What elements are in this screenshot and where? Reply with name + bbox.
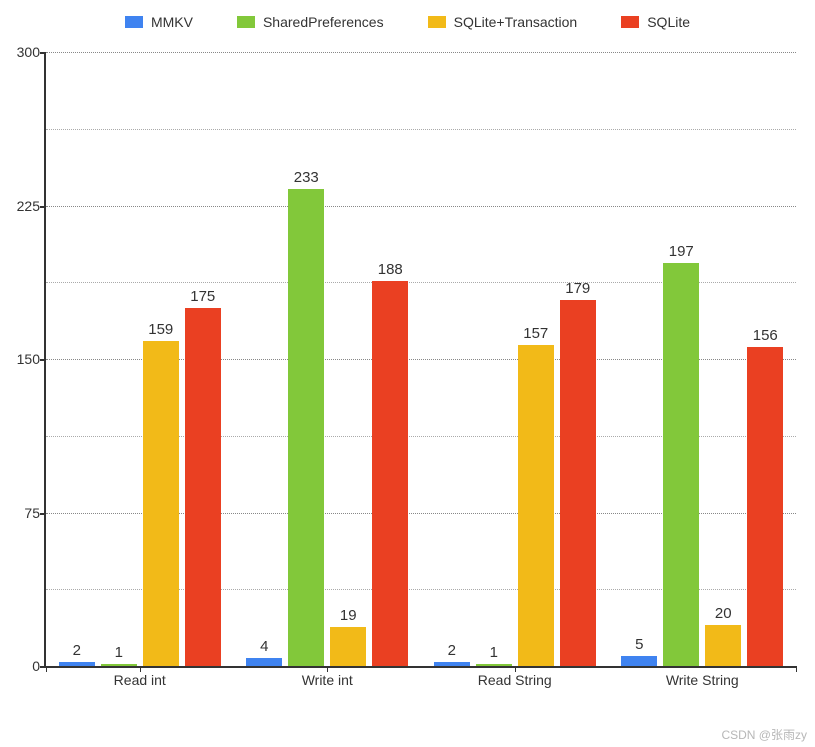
x-tick-label: Write String	[666, 666, 739, 688]
bar-sharedpreferences: 197	[663, 263, 699, 666]
x-tick-mark	[46, 666, 47, 672]
bar-sqlite-transaction: 19	[330, 627, 366, 666]
legend-item-mmkv: MMKV	[125, 14, 193, 30]
watermark-text: CSDN @张雨zy	[721, 726, 807, 743]
bar-mmkv: 4	[246, 658, 282, 666]
bar-sqlite: 156	[747, 347, 783, 666]
legend-label: SQLite+Transaction	[454, 14, 578, 30]
legend-item-sqlite-transaction: SQLite+Transaction	[428, 14, 578, 30]
plot-area: 0 75 150 225 300 2 1 159 175	[44, 52, 796, 668]
bar-value: 157	[523, 325, 548, 345]
bar-value: 197	[669, 243, 694, 263]
bar-value: 179	[565, 280, 590, 300]
legend-swatch-icon	[125, 16, 143, 28]
bar-value: 233	[294, 169, 319, 189]
group-write-string: 5 197 20 156 Write String	[609, 52, 797, 666]
group-write-int: 4 233 19 188 Write int	[234, 52, 422, 666]
x-tick-mark	[515, 666, 516, 672]
bar-sqlite: 175	[185, 308, 221, 666]
bar-value: 5	[635, 636, 643, 656]
x-tick-mark	[327, 666, 328, 672]
bar-sqlite: 179	[560, 300, 596, 666]
bars-row: 2 1 159 175	[46, 52, 234, 666]
bar-groups: 2 1 159 175 Read int 4 233 19 188 Write …	[46, 52, 796, 666]
chart-area: 0 75 150 225 300 2 1 159 175	[44, 52, 796, 692]
bar-value: 4	[260, 638, 268, 658]
bar-sqlite: 188	[372, 281, 408, 666]
bar-value: 159	[148, 321, 173, 341]
bar-value: 1	[490, 644, 498, 664]
bar-mmkv: 5	[621, 656, 657, 666]
bar-value: 2	[448, 642, 456, 662]
chart-legend: MMKV SharedPreferences SQLite+Transactio…	[0, 0, 815, 40]
bars-row: 5 197 20 156	[609, 52, 797, 666]
bar-value: 156	[753, 327, 778, 347]
group-read-int: 2 1 159 175 Read int	[46, 52, 234, 666]
bar-value: 19	[340, 607, 357, 627]
bars-row: 2 1 157 179	[421, 52, 609, 666]
bar-value: 20	[715, 605, 732, 625]
bar-value: 175	[190, 288, 215, 308]
bar-sqlite-transaction: 159	[143, 341, 179, 666]
bar-sharedpreferences: 233	[288, 189, 324, 666]
group-read-string: 2 1 157 179 Read String	[421, 52, 609, 666]
bar-sqlite-transaction: 157	[518, 345, 554, 666]
legend-item-sqlite: SQLite	[621, 14, 690, 30]
x-tick-mark	[140, 666, 141, 672]
bar-value: 1	[115, 644, 123, 664]
x-tick-mark	[796, 666, 797, 672]
legend-label: MMKV	[151, 14, 193, 30]
legend-label: SharedPreferences	[263, 14, 384, 30]
bar-value: 2	[73, 642, 81, 662]
legend-label: SQLite	[647, 14, 690, 30]
legend-swatch-icon	[428, 16, 446, 28]
legend-swatch-icon	[621, 16, 639, 28]
bars-row: 4 233 19 188	[234, 52, 422, 666]
legend-item-sharedpreferences: SharedPreferences	[237, 14, 384, 30]
bar-mmkv: 2	[434, 662, 470, 666]
bar-sqlite-transaction: 20	[705, 625, 741, 666]
bar-value: 188	[378, 261, 403, 281]
bar-mmkv: 2	[59, 662, 95, 666]
legend-swatch-icon	[237, 16, 255, 28]
